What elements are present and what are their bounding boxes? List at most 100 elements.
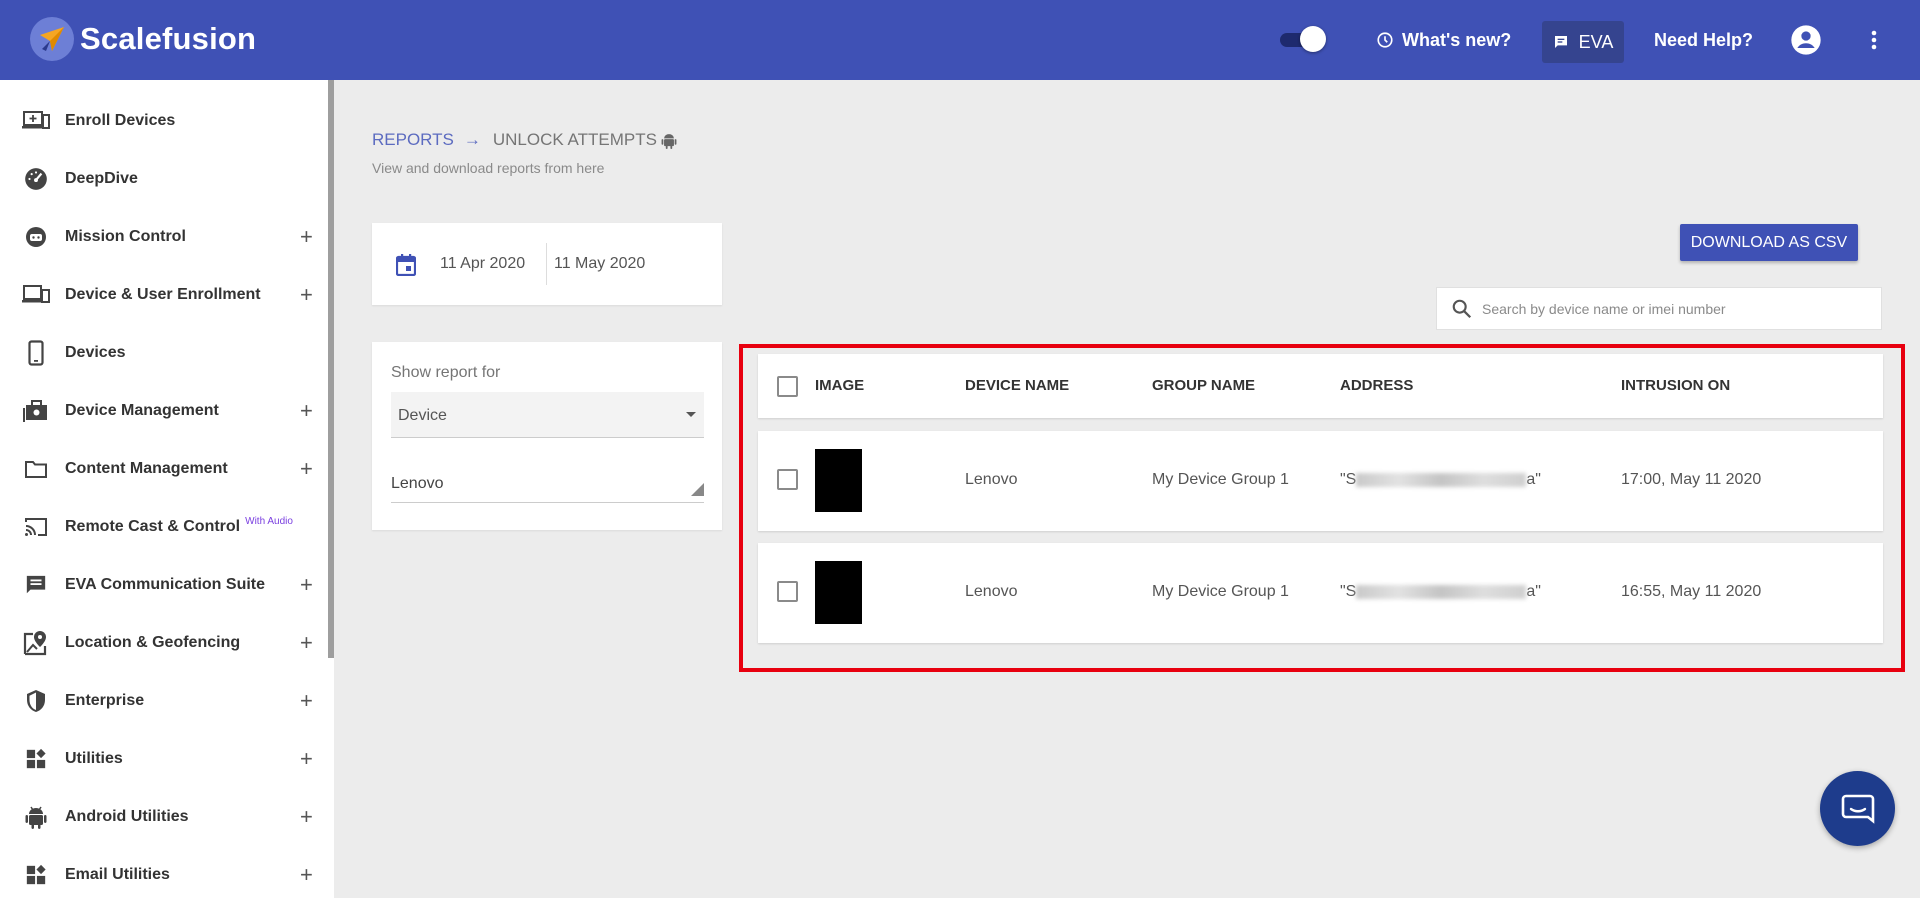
- address-start: "S: [1340, 471, 1357, 488]
- devices-icon: [22, 281, 50, 309]
- report-type-select[interactable]: Device: [391, 392, 704, 438]
- column-header-intrusion-on[interactable]: INTRUSION ON: [1621, 377, 1730, 394]
- expand-plus-icon[interactable]: +: [300, 398, 313, 424]
- expand-plus-icon[interactable]: +: [300, 456, 313, 482]
- expand-plus-icon[interactable]: +: [300, 630, 313, 656]
- need-help-link[interactable]: Need Help?: [1654, 0, 1753, 80]
- whats-new-link[interactable]: What's new?: [1376, 0, 1511, 80]
- sidebar-item-enroll-devices[interactable]: Enroll Devices: [0, 92, 328, 150]
- sidebar-item-email-utilities[interactable]: Email Utilities +: [0, 846, 328, 898]
- table-header: IMAGE DEVICE NAME GROUP NAME ADDRESS INT…: [758, 354, 1883, 418]
- sidebar-item-label: Location & Geofencing: [65, 634, 241, 651]
- sidebar-item-label: Mission Control: [65, 228, 186, 245]
- phone-icon: [22, 339, 50, 367]
- sidebar-scrollbar[interactable]: [328, 80, 334, 658]
- with-audio-badge: With Audio: [245, 516, 293, 527]
- chat-icon: [22, 571, 50, 599]
- expand-plus-icon[interactable]: +: [300, 282, 313, 308]
- report-type-value: Device: [398, 407, 447, 424]
- table-row[interactable]: Lenovo My Device Group 1 "S a" 16:55, May…: [758, 543, 1883, 643]
- date-divider: [546, 243, 547, 285]
- expand-plus-icon[interactable]: +: [300, 572, 313, 598]
- expand-plus-icon[interactable]: +: [300, 688, 313, 714]
- expand-plus-icon[interactable]: +: [300, 746, 313, 772]
- expand-plus-icon[interactable]: +: [300, 804, 313, 830]
- account-button[interactable]: [1790, 0, 1830, 80]
- group-name-cell: My Device Group 1: [1152, 471, 1289, 488]
- sidebar: Enroll Devices DeepDive Mission Control …: [0, 80, 334, 898]
- sidebar-item-eva-communication-suite[interactable]: EVA Communication Suite +: [0, 556, 328, 614]
- show-report-for-label: Show report for: [391, 364, 501, 381]
- search-input[interactable]: Search by device name or imei number: [1436, 287, 1882, 330]
- sidebar-item-content-management[interactable]: Content Management +: [0, 440, 328, 498]
- theme-toggle[interactable]: [1278, 26, 1326, 52]
- sidebar-item-label: Device & User Enrollment: [65, 286, 261, 303]
- sidebar-item-label: Utilities: [65, 750, 123, 767]
- chat-launcher-button[interactable]: [1820, 771, 1895, 846]
- sidebar-item-device-management[interactable]: Device Management +: [0, 382, 328, 440]
- calendar-icon: [396, 254, 416, 276]
- intruder-image[interactable]: [815, 449, 862, 512]
- device-name-input[interactable]: Lenovo: [391, 467, 704, 503]
- sidebar-item-device-user-enrollment[interactable]: Device & User Enrollment +: [0, 266, 328, 324]
- sidebar-item-label: Remote Cast & Control With Audio: [65, 516, 293, 536]
- clock-icon: [1377, 32, 1393, 48]
- column-header-group-name[interactable]: GROUP NAME: [1152, 377, 1255, 394]
- intruder-image[interactable]: [815, 561, 862, 624]
- sidebar-item-utilities[interactable]: Utilities +: [0, 730, 328, 788]
- column-header-image: IMAGE: [815, 377, 865, 394]
- toggle-knob: [1300, 26, 1326, 52]
- date-from[interactable]: 11 Apr 2020: [440, 255, 525, 273]
- date-to[interactable]: 11 May 2020: [554, 255, 645, 273]
- device-name-cell: Lenovo: [965, 471, 1018, 488]
- sidebar-item-remote-cast-control[interactable]: Remote Cast & Control With Audio: [0, 498, 328, 556]
- sidebar-item-label: EVA Communication Suite: [65, 576, 266, 593]
- expand-plus-icon[interactable]: +: [300, 862, 313, 888]
- device-name-cell: Lenovo: [965, 583, 1018, 600]
- download-csv-button[interactable]: DOWNLOAD AS CSV: [1680, 224, 1858, 261]
- sidebar-item-label: Devices: [65, 344, 126, 361]
- search-icon: [1452, 299, 1472, 319]
- eva-button[interactable]: EVA: [1542, 21, 1624, 63]
- column-header-address[interactable]: ADDRESS: [1340, 377, 1413, 394]
- chat-bubble-icon: [1841, 794, 1874, 824]
- breadcrumb-arrow: →: [463, 130, 481, 149]
- briefcase-icon: [22, 397, 50, 425]
- breadcrumb-reports-link[interactable]: REPORTS: [372, 130, 454, 150]
- android-icon: [661, 133, 677, 149]
- android-icon: [22, 803, 50, 831]
- sidebar-item-mission-control[interactable]: Mission Control +: [0, 208, 328, 266]
- account-circle-icon: [1791, 25, 1821, 55]
- resize-handle-icon[interactable]: [691, 483, 704, 496]
- select-all-checkbox[interactable]: [777, 376, 798, 397]
- map-pin-icon: [22, 629, 50, 657]
- sidebar-item-devices[interactable]: Devices: [0, 324, 328, 382]
- device-name-value: Lenovo: [391, 475, 444, 492]
- sidebar-item-label-text: Remote Cast & Control: [65, 518, 241, 535]
- sidebar-item-enterprise[interactable]: Enterprise +: [0, 672, 328, 730]
- more-vert-icon: [1871, 30, 1877, 50]
- intrusion-time-cell: 17:00, May 11 2020: [1621, 471, 1762, 488]
- row-checkbox[interactable]: [777, 581, 798, 602]
- sidebar-item-label: DeepDive: [65, 170, 138, 187]
- expand-plus-icon[interactable]: +: [300, 224, 313, 250]
- speedometer-icon: [22, 165, 50, 193]
- breadcrumb: REPORTS → UNLOCK ATTEMPTS: [372, 130, 677, 150]
- table-row[interactable]: Lenovo My Device Group 1 "S a" 17:00, May…: [758, 431, 1883, 531]
- sidebar-item-android-utilities[interactable]: Android Utilities +: [0, 788, 328, 846]
- sidebar-item-deepdive[interactable]: DeepDive: [0, 150, 328, 208]
- address-cell: "S a": [1340, 471, 1541, 489]
- sidebar-item-location-geofencing[interactable]: Location & Geofencing +: [0, 614, 328, 672]
- date-range-picker[interactable]: 11 Apr 2020 11 May 2020: [372, 223, 722, 305]
- breadcrumb-current: UNLOCK ATTEMPTS: [492, 130, 657, 149]
- app-logo[interactable]: Scalefusion: [30, 17, 256, 61]
- redacted-address: [1356, 472, 1527, 487]
- address-start: "S: [1340, 583, 1357, 600]
- more-menu-button[interactable]: [1866, 0, 1890, 80]
- top-bar: Scalefusion What's new? EVA Need Help?: [0, 0, 1920, 80]
- widgets-icon: [22, 745, 50, 773]
- message-icon: [1554, 36, 1567, 48]
- address-end: a": [1526, 583, 1541, 600]
- row-checkbox[interactable]: [777, 469, 798, 490]
- column-header-device-name[interactable]: DEVICE NAME: [965, 377, 1069, 394]
